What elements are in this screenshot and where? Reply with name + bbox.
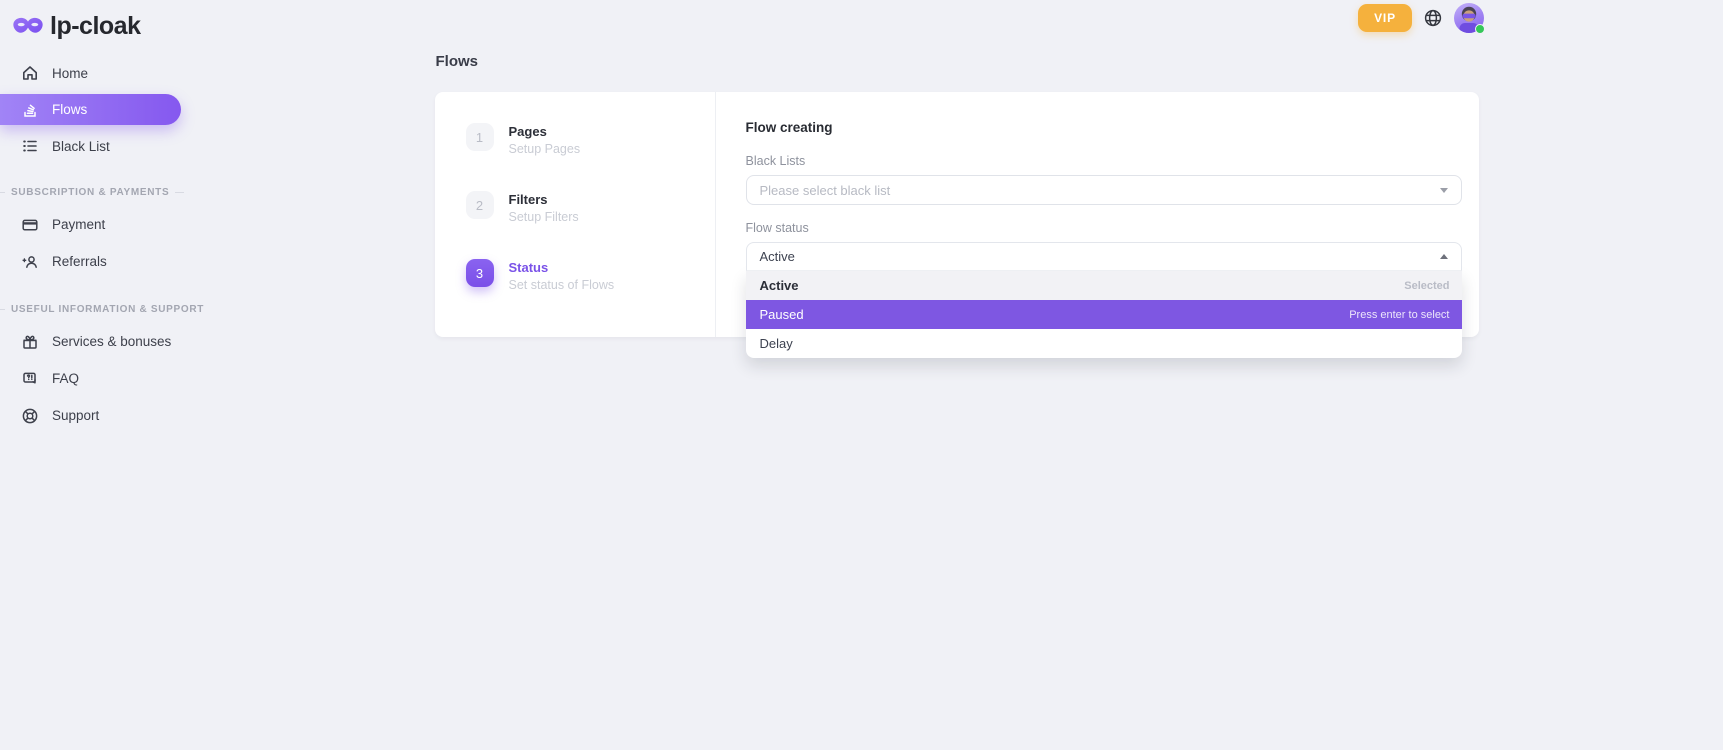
sidebar-item-label: FAQ xyxy=(52,371,79,386)
mask-logo-icon xyxy=(13,16,43,37)
chevron-down-icon xyxy=(1440,188,1448,193)
sidebar-item-services[interactable]: Services & bonuses xyxy=(0,323,190,360)
flow-status-label: Flow status xyxy=(746,221,1462,235)
wizard-steps: 1 Pages Setup Pages 2 Filters Setup Filt… xyxy=(435,92,716,337)
sidebar-item-label: Black List xyxy=(52,139,110,154)
step-title: Status xyxy=(509,260,615,275)
sidebar-section-subscription: SUBSCRIPTION & PAYMENTS xyxy=(0,187,190,198)
option-label: Delay xyxy=(760,336,793,351)
sidebar-item-label: Flows xyxy=(52,102,87,117)
app-name: lp-cloak xyxy=(50,12,140,41)
black-lists-placeholder: Please select black list xyxy=(760,183,891,198)
option-label: Active xyxy=(760,278,799,293)
flow-status-value: Active xyxy=(760,249,795,264)
sidebar-item-black-list[interactable]: Black List xyxy=(0,129,190,163)
sidebar-item-faq[interactable]: FAQ xyxy=(0,360,190,397)
sidebar-item-home[interactable]: Home xyxy=(0,56,190,90)
sidebar-section-support: USEFUL INFORMATION & SUPPORT xyxy=(0,304,190,315)
app-logo[interactable]: lp-cloak xyxy=(0,0,190,44)
black-lists-select[interactable]: Please select black list xyxy=(746,175,1462,205)
step-title: Pages xyxy=(509,124,581,139)
sidebar-item-label: Home xyxy=(52,66,88,81)
referral-person-icon xyxy=(21,253,39,271)
flow-status-options: Active Selected Paused Press enter to se… xyxy=(746,271,1462,358)
step-status[interactable]: 3 Status Set status of Flows xyxy=(466,259,715,292)
step-pages[interactable]: 1 Pages Setup Pages xyxy=(466,123,715,156)
gift-icon xyxy=(21,333,39,351)
step-subtitle: Setup Pages xyxy=(509,142,581,156)
option-hint: Selected xyxy=(1404,280,1449,292)
step-title: Filters xyxy=(509,192,579,207)
step-number: 2 xyxy=(466,191,494,219)
list-icon xyxy=(21,137,39,155)
step-subtitle: Setup Filters xyxy=(509,210,579,224)
option-active[interactable]: Active Selected xyxy=(746,271,1462,300)
support-lifebuoy-icon xyxy=(21,407,39,425)
sidebar-item-label: Referrals xyxy=(52,254,107,269)
sidebar-item-flows[interactable]: Flows xyxy=(0,94,181,125)
flow-creating-form: Flow creating Black Lists Please select … xyxy=(716,92,1479,337)
sidebar-item-label: Support xyxy=(52,408,99,423)
step-filters[interactable]: 2 Filters Setup Filters xyxy=(466,191,715,224)
step-subtitle: Set status of Flows xyxy=(509,278,615,292)
page-title: Flows xyxy=(436,53,1479,70)
step-number: 3 xyxy=(466,259,494,287)
option-hint: Press enter to select xyxy=(1349,309,1449,321)
faq-bubble-icon xyxy=(21,370,39,388)
flow-wizard-card: 1 Pages Setup Pages 2 Filters Setup Filt… xyxy=(435,92,1479,337)
flows-stack-icon xyxy=(21,101,39,119)
sidebar-nav: Home Flows Black List xyxy=(0,56,190,434)
sidebar-item-support[interactable]: Support xyxy=(0,397,190,434)
black-lists-label: Black Lists xyxy=(746,154,1462,168)
sidebar-item-payment[interactable]: Payment xyxy=(0,206,190,243)
chevron-up-icon xyxy=(1440,254,1448,259)
option-delay[interactable]: Delay xyxy=(746,329,1462,358)
form-title: Flow creating xyxy=(746,120,1462,135)
sidebar-item-label: Services & bonuses xyxy=(52,334,171,349)
credit-card-icon xyxy=(21,216,39,234)
flow-status-select[interactable]: Active xyxy=(746,242,1462,271)
main-area: Flows 1 Pages Setup Pages 2 Filters Setu… xyxy=(190,0,1723,750)
sidebar: lp-cloak Home Flows xyxy=(0,0,190,750)
option-label: Paused xyxy=(760,307,804,322)
flow-status-select-wrap: Active Active Selected Paused Press ente… xyxy=(746,242,1462,271)
sidebar-item-label: Payment xyxy=(52,217,105,232)
option-paused[interactable]: Paused Press enter to select xyxy=(746,300,1462,329)
step-number: 1 xyxy=(466,123,494,151)
home-icon xyxy=(21,64,39,82)
sidebar-item-referrals[interactable]: Referrals xyxy=(0,243,190,280)
